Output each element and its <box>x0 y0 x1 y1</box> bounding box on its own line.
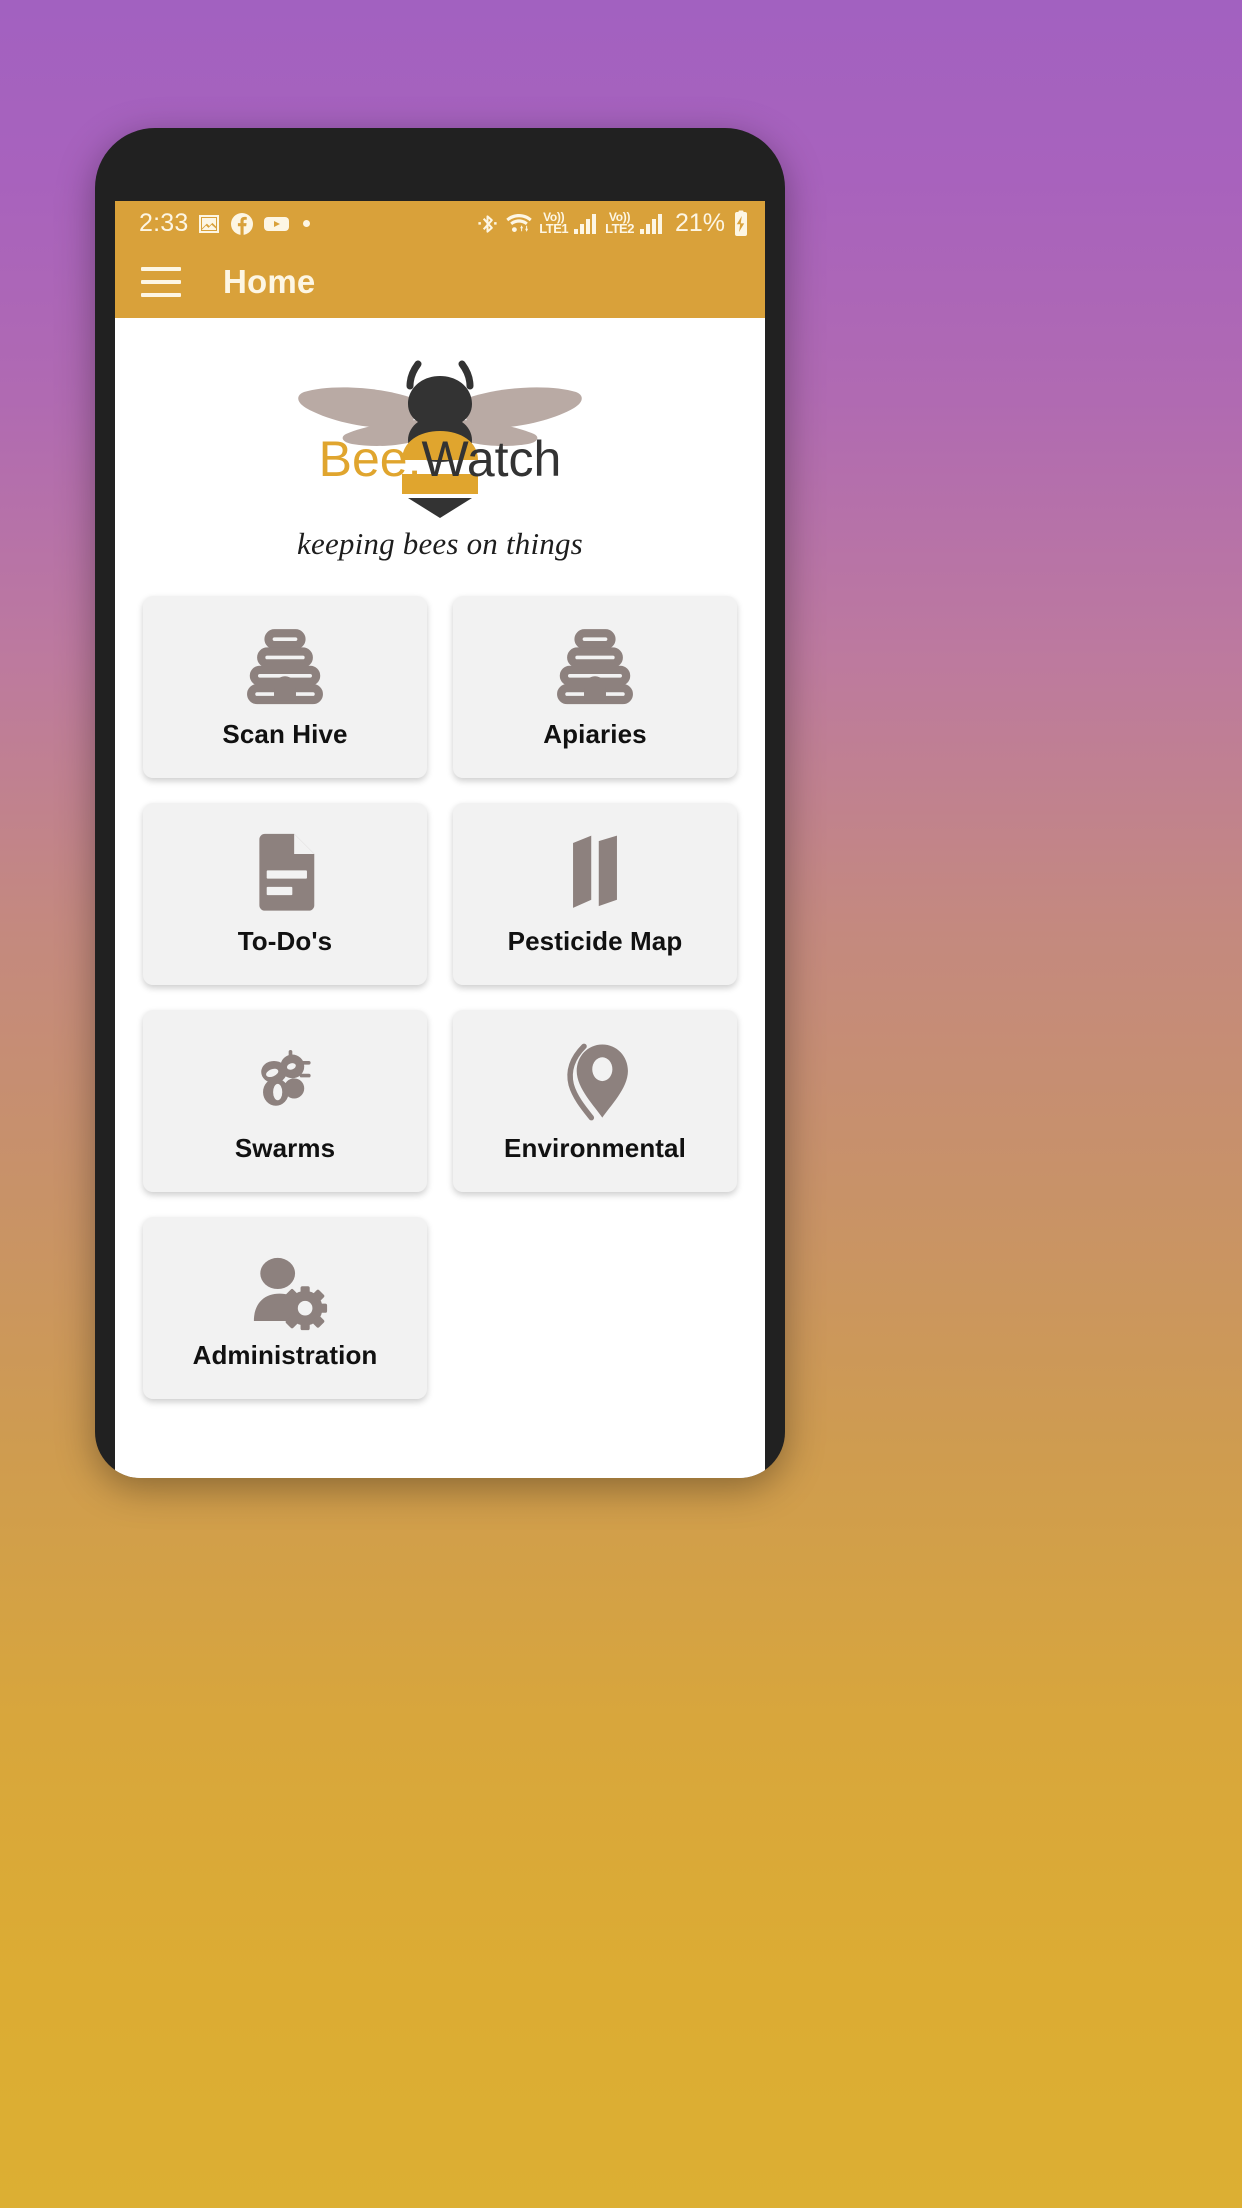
menu-bar-line <box>141 293 181 297</box>
tile-label: To-Do's <box>237 925 333 956</box>
screenshot-root: 2:33 Vo)) LTE1 Vo)) LTE2 21% Home Bee.Wa… <box>0 0 1242 2208</box>
tile-label: Swarms <box>234 1132 336 1163</box>
bluetooth-icon <box>478 214 497 233</box>
tile-label: Pesticide Map <box>507 925 683 956</box>
youtube-icon <box>264 216 290 231</box>
status-bar: 2:33 Vo)) LTE1 Vo)) LTE2 21% <box>115 201 765 246</box>
wifi-icon <box>506 213 532 232</box>
status-bar-clock: 2:33 <box>139 209 189 237</box>
tile-label: Scan Hive <box>222 718 348 749</box>
tile-label: Administration <box>192 1339 378 1370</box>
battery-charging-icon <box>735 210 747 236</box>
tile-label: Apiaries <box>543 718 647 749</box>
tile-environmental[interactable]: Environmental <box>453 1010 737 1192</box>
sim1-volte-indicator: Vo)) LTE1 <box>539 211 569 237</box>
phone-device-frame: 2:33 Vo)) LTE1 Vo)) LTE2 21% Home Bee.Wa… <box>95 128 785 1478</box>
image-icon <box>199 214 220 233</box>
sim2-network-label: LTE2 <box>605 221 634 237</box>
beehive-icon <box>247 628 323 704</box>
page-title: Home <box>223 263 316 300</box>
facebook-icon <box>231 212 254 235</box>
tile-label: Environmental <box>504 1132 686 1163</box>
menu-bar-line <box>141 280 181 284</box>
document-icon <box>259 833 315 911</box>
beehive-icon <box>557 628 633 704</box>
tile-to-dos[interactable]: To-Do's <box>143 803 427 985</box>
tile-administration[interactable]: Administration <box>143 1217 427 1399</box>
bee-logo-icon: Bee.Watch <box>298 360 582 518</box>
home-tile-grid: Scan Hive Apiaries To-Do's Pesticide Map… <box>115 596 765 1399</box>
app-bar: Home <box>115 246 765 318</box>
status-bar-left-group: 2:33 <box>139 209 311 237</box>
map-pin-icon <box>567 1043 628 1120</box>
signal-bars-icon <box>639 213 662 234</box>
app-branding: Bee.Watch keeping bees on things <box>115 318 765 562</box>
tile-swarms[interactable]: Swarms <box>143 1010 427 1192</box>
sim2-volte-indicator: Vo)) LTE2 <box>605 211 634 237</box>
user-settings-icon <box>253 1257 328 1330</box>
battery-percent-label: 21% <box>674 209 725 237</box>
menu-bar-line <box>141 267 181 271</box>
notification-dot-icon <box>303 220 311 227</box>
svg-text:Bee.Watch: Bee.Watch <box>319 431 562 487</box>
signal-bars-icon <box>574 213 597 234</box>
tile-pesticide-map[interactable]: Pesticide Map <box>453 803 737 985</box>
home-content: Bee.Watch keeping bees on things Scan Hi… <box>115 318 765 1478</box>
folded-map-icon <box>573 835 617 908</box>
sim1-network-label: LTE1 <box>539 221 569 237</box>
tile-apiaries[interactable]: Apiaries <box>453 596 737 778</box>
app-tagline: keeping bees on things <box>297 526 583 561</box>
phone-screen: 2:33 Vo)) LTE1 Vo)) LTE2 21% Home Bee.Wa… <box>115 201 765 1478</box>
hamburger-menu-icon[interactable] <box>141 267 181 297</box>
tile-scan-hive[interactable]: Scan Hive <box>143 596 427 778</box>
bee-swarm-icon <box>261 1049 311 1106</box>
status-bar-right-group: Vo)) LTE1 Vo)) LTE2 21% <box>476 210 751 238</box>
